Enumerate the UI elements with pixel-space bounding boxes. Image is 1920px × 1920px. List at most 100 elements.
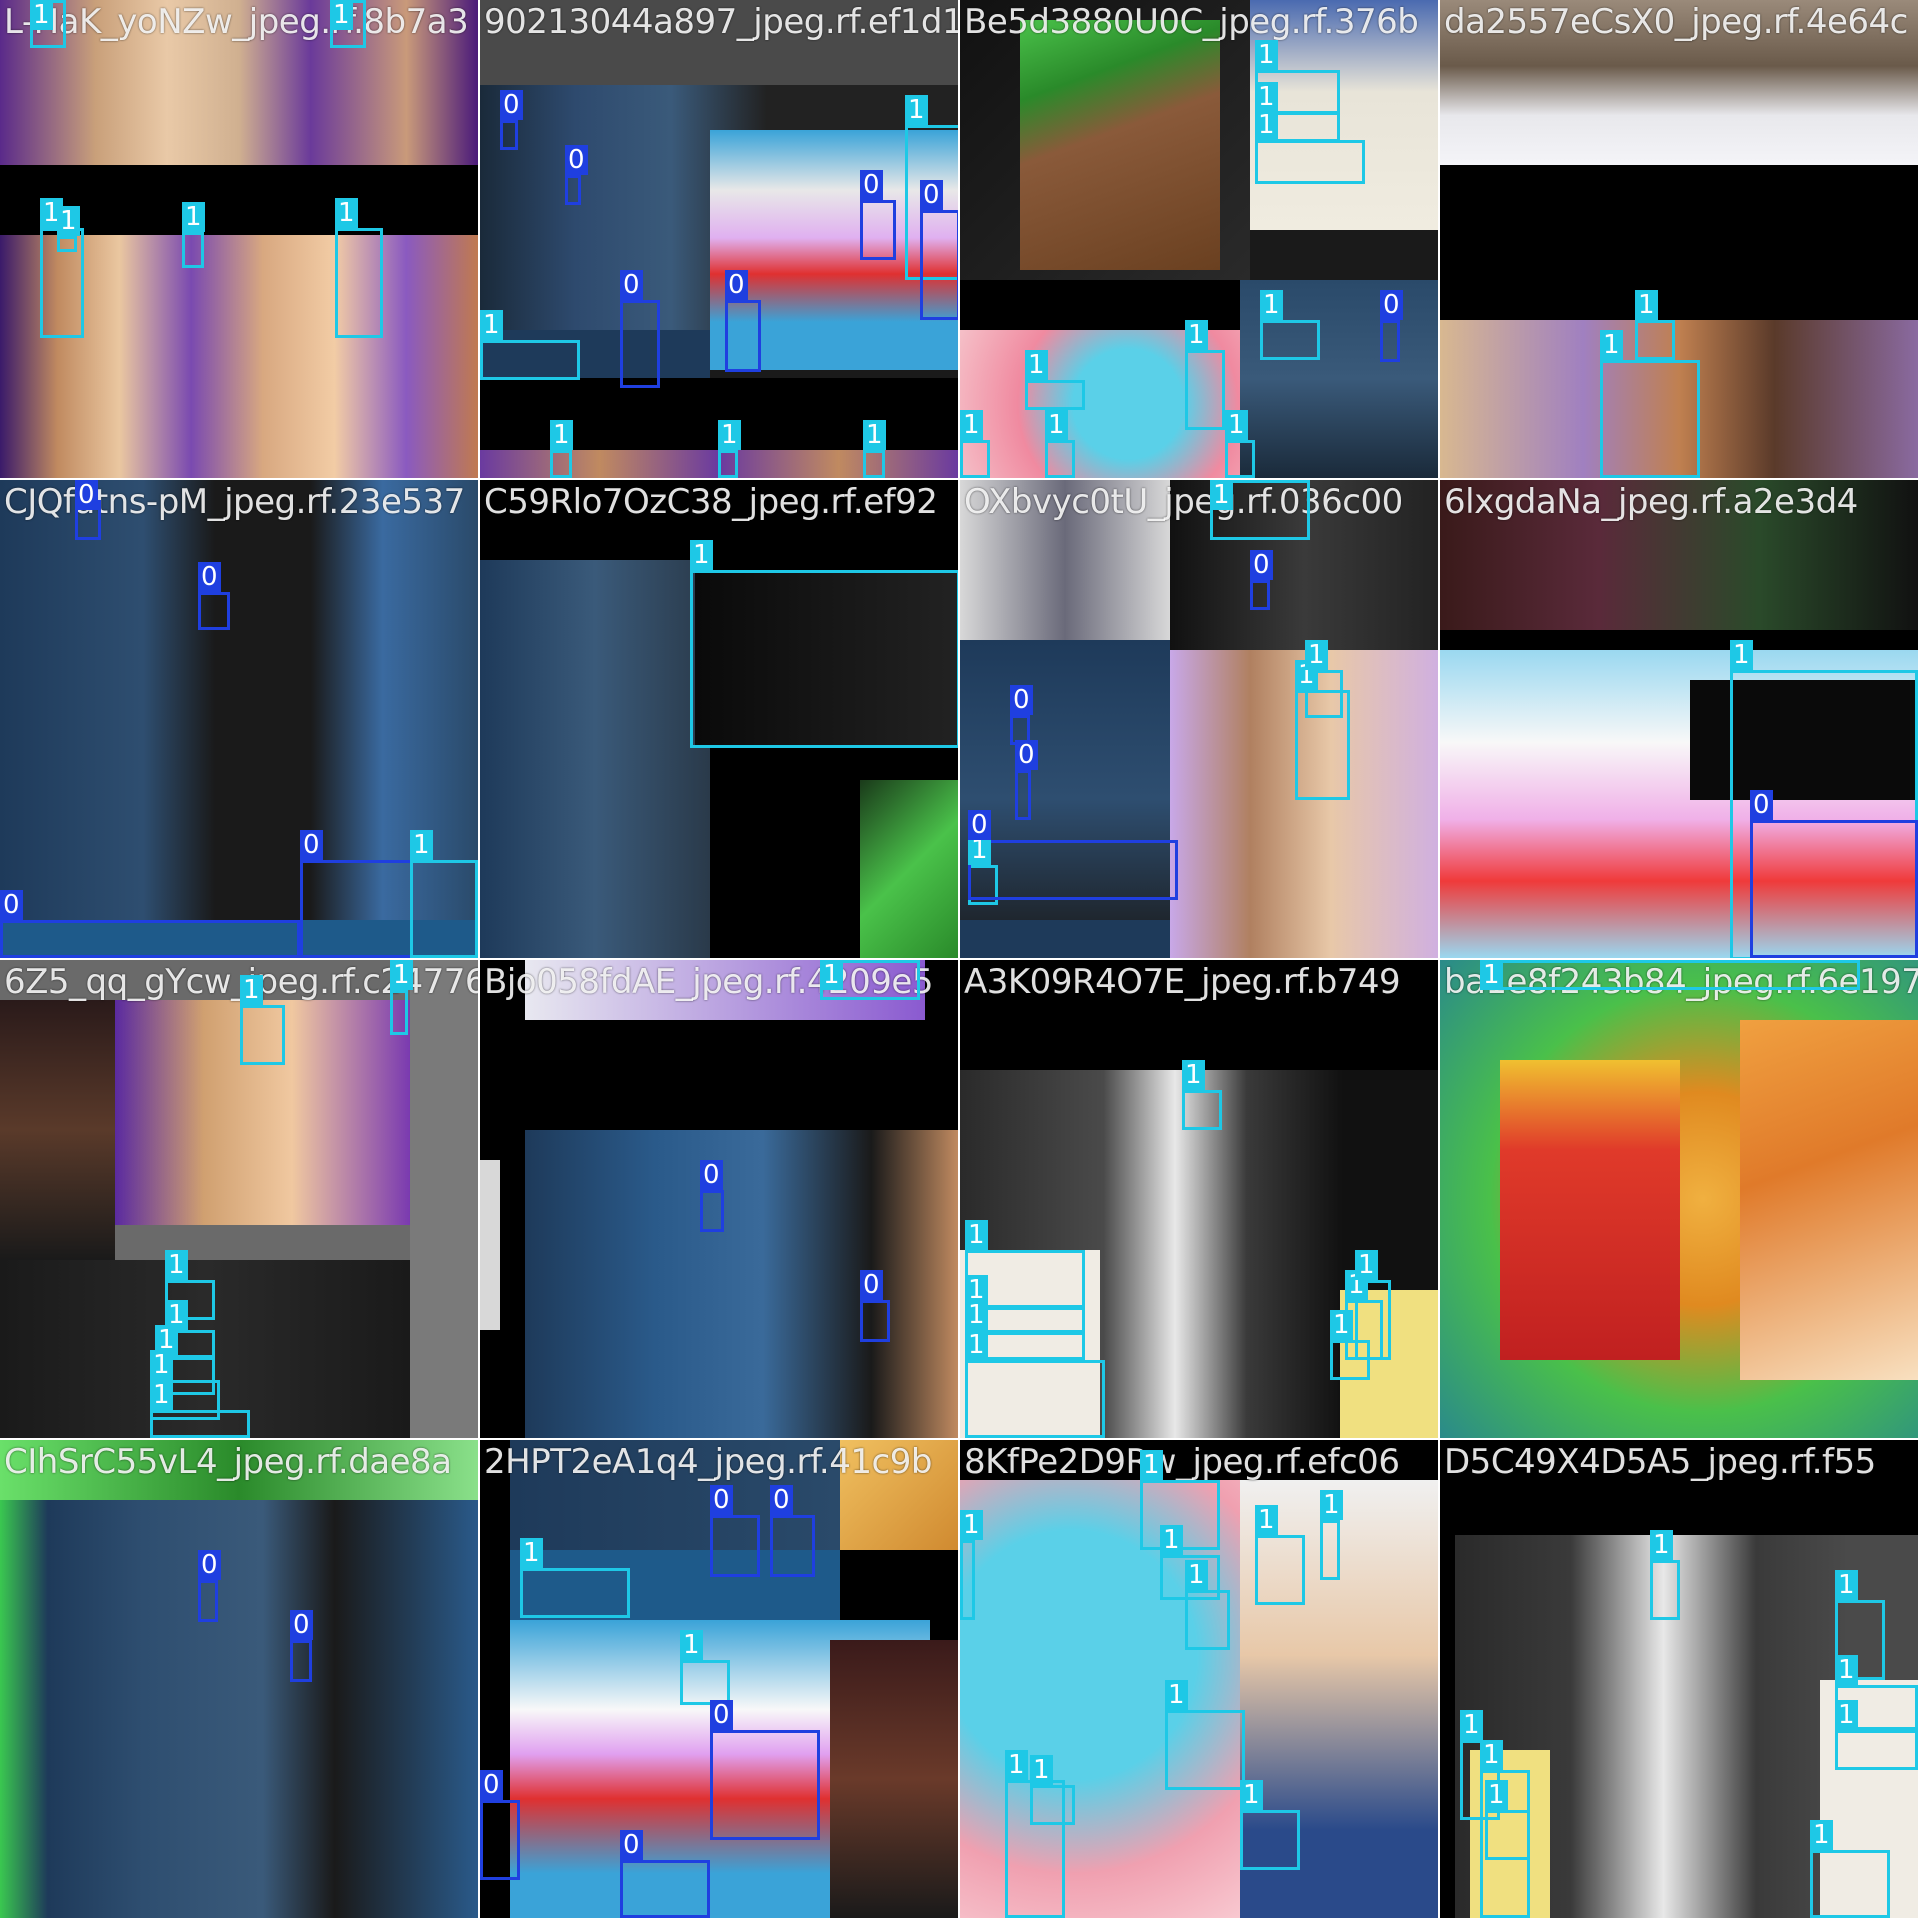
bounding-box [725, 300, 761, 372]
mosaic-tile: A3K09R4O7E_jpeg.rf.b749 1 1 1 1 1 1 1 1 [960, 960, 1438, 1438]
bounding-box [182, 232, 204, 268]
class-label: 1 [1225, 410, 1248, 440]
class-label: 0 [710, 1485, 733, 1515]
bounding-box [1480, 960, 1860, 990]
bounding-box [700, 1190, 724, 1232]
mosaic-tile: 6lxgdaNa_jpeg.rf.a2e3d4 1 0 [1440, 480, 1918, 958]
bounding-box [718, 450, 738, 478]
class-label: 1 [390, 960, 413, 990]
class-label: 0 [770, 1485, 793, 1515]
bounding-box [0, 920, 300, 958]
bounding-box [500, 120, 518, 150]
bounding-box [1182, 1090, 1222, 1130]
class-label: 1 [820, 960, 843, 990]
bounding-box [1260, 320, 1320, 360]
bounding-box [860, 1300, 890, 1342]
bounding-box [1185, 350, 1225, 430]
image-region [410, 960, 478, 1438]
class-label: 0 [500, 90, 523, 120]
class-label: 1 [965, 1300, 988, 1330]
tile-image [1440, 960, 1918, 1438]
class-label: 1 [965, 1330, 988, 1360]
tile-filename: C59Rlo7OzC38_jpeg.rf.ef92 [484, 482, 938, 522]
mosaic-tile: 90213044a897_jpeg.rf.ef1d1 0 0 1 0 0 0 0 1 1 1 1 [480, 0, 958, 478]
class-label: 1 [718, 420, 741, 450]
class-label: 1 [680, 1630, 703, 1660]
class-label: 1 [1255, 110, 1278, 140]
tile-filename: 6lxgdaNa_jpeg.rf.a2e3d4 [1444, 482, 1858, 522]
class-label: 1 [960, 410, 983, 440]
image-region [1740, 1020, 1918, 1380]
bounding-box [550, 450, 572, 478]
bounding-box [1165, 1710, 1245, 1790]
class-label: 0 [480, 1770, 503, 1800]
mosaic-tile: Bjo058fdAE_jpeg.rf.4209e5 1 0 0 [480, 960, 958, 1438]
bounding-box [1250, 580, 1270, 610]
class-label: 1 [1635, 290, 1658, 320]
bounding-box [710, 1730, 820, 1840]
class-label: 0 [565, 145, 588, 175]
tile-filename: 2HPT2eA1q4_jpeg.rf.41c9b [484, 1442, 932, 1482]
class-label: 1 [1460, 1710, 1483, 1740]
tile-filename: Be5d3880U0C_jpeg.rf.376b [964, 2, 1419, 42]
bounding-box [1320, 1520, 1340, 1580]
image-region [525, 1130, 958, 1438]
image-region [960, 640, 1170, 958]
class-label: 1 [150, 1380, 173, 1410]
bounding-box [198, 592, 230, 630]
tile-filename: OXbvyc0tU_jpeg.rf.036c00 [964, 482, 1403, 522]
bounding-box [57, 236, 77, 252]
bounding-box [1045, 440, 1075, 478]
bounding-box [960, 1540, 975, 1620]
bounding-box [620, 300, 660, 388]
class-label: 1 [240, 975, 263, 1005]
class-label: 1 [1810, 1820, 1833, 1850]
class-label: 1 [57, 206, 80, 236]
class-label: 1 [1255, 82, 1278, 112]
class-label: 0 [300, 830, 323, 860]
bounding-box [960, 440, 990, 478]
class-label: 1 [1260, 290, 1283, 320]
bounding-box [920, 210, 958, 320]
class-label: 1 [1320, 1490, 1343, 1520]
class-label: 0 [1250, 550, 1273, 580]
class-label: 1 [1480, 1740, 1503, 1770]
class-label: 1 [1600, 330, 1623, 360]
bounding-box [565, 175, 581, 205]
class-label: 0 [1380, 290, 1403, 320]
mosaic-tile: Be5d3880U0C_jpeg.rf.376b 1 1 1 1 1 0 1 1 1 1 [960, 0, 1438, 478]
bounding-box [620, 1860, 710, 1918]
class-label: 1 [1485, 1780, 1508, 1810]
bounding-box [480, 1800, 520, 1880]
bounding-box [150, 1410, 250, 1438]
bounding-box [1255, 1535, 1305, 1605]
bounding-box [1330, 1340, 1370, 1380]
bounding-box [1240, 1810, 1300, 1870]
bounding-box [1750, 820, 1918, 958]
class-label: 0 [725, 270, 748, 300]
bounding-box [1650, 1560, 1680, 1620]
class-label: 0 [198, 562, 221, 592]
bounding-box [335, 228, 383, 338]
class-label: 1 [480, 310, 503, 340]
mosaic-tile: D5C49X4D5A5_jpeg.rf.f55 1 1 1 1 1 1 1 1 [1440, 1440, 1918, 1918]
class-label: 0 [1015, 740, 1038, 770]
class-label: 0 [620, 270, 643, 300]
class-label: 1 [330, 0, 353, 30]
class-label: 0 [1010, 685, 1033, 715]
class-label: 1 [410, 830, 433, 860]
image-region [860, 780, 958, 958]
bounding-box [770, 1515, 815, 1577]
bounding-box [965, 1360, 1105, 1438]
class-label: 1 [1835, 1570, 1858, 1600]
bounding-box [1835, 1730, 1918, 1770]
mosaic-tile: CIhSrC55vL4_jpeg.rf.dae8a 0 0 [0, 1440, 478, 1918]
class-label: 1 [1835, 1655, 1858, 1685]
class-label: 1 [550, 420, 573, 450]
bounding-box [1810, 1850, 1890, 1918]
tile-image [0, 1440, 478, 1918]
class-label: 1 [1210, 480, 1233, 510]
image-region [1440, 630, 1918, 650]
class-label: 1 [1255, 40, 1278, 70]
class-label: 0 [860, 1270, 883, 1300]
